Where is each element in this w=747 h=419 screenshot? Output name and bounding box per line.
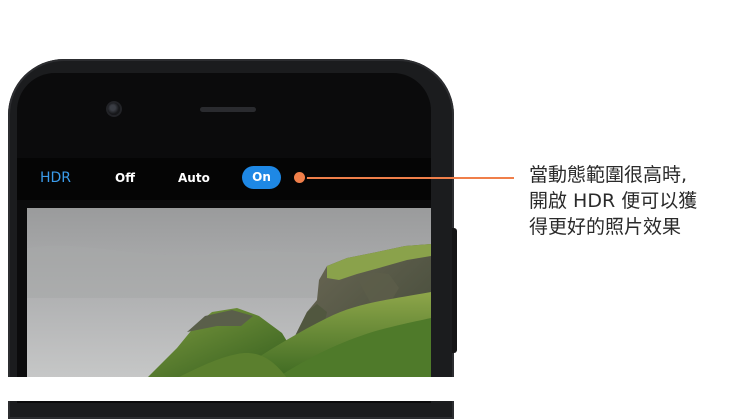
callout-line-2: 開啟 HDR 便可以獲	[529, 190, 698, 212]
hdr-label: HDR	[40, 170, 72, 186]
hdr-control-bar	[17, 158, 431, 200]
bottom-whitespace	[0, 377, 747, 401]
callout-line-3: 得更好的照片效果	[529, 216, 682, 238]
camera-viewfinder-photo	[27, 208, 431, 378]
phone-side-button	[452, 228, 457, 353]
front-camera-icon	[108, 103, 120, 115]
hdr-callout-text: 當動態範圍很高時, 開啟 HDR 便可以獲 得更好的照片效果	[529, 162, 744, 240]
hdr-option-auto[interactable]: Auto	[178, 169, 210, 187]
hdr-option-off[interactable]: Off	[115, 169, 135, 187]
earpiece-speaker-icon	[200, 107, 256, 112]
callout-connector-dot	[294, 172, 305, 183]
landscape-image	[27, 208, 431, 378]
hdr-option-on[interactable]: On	[242, 166, 281, 189]
callout-connector-line	[300, 177, 514, 179]
callout-line-1: 當動態範圍很高時,	[529, 164, 688, 186]
